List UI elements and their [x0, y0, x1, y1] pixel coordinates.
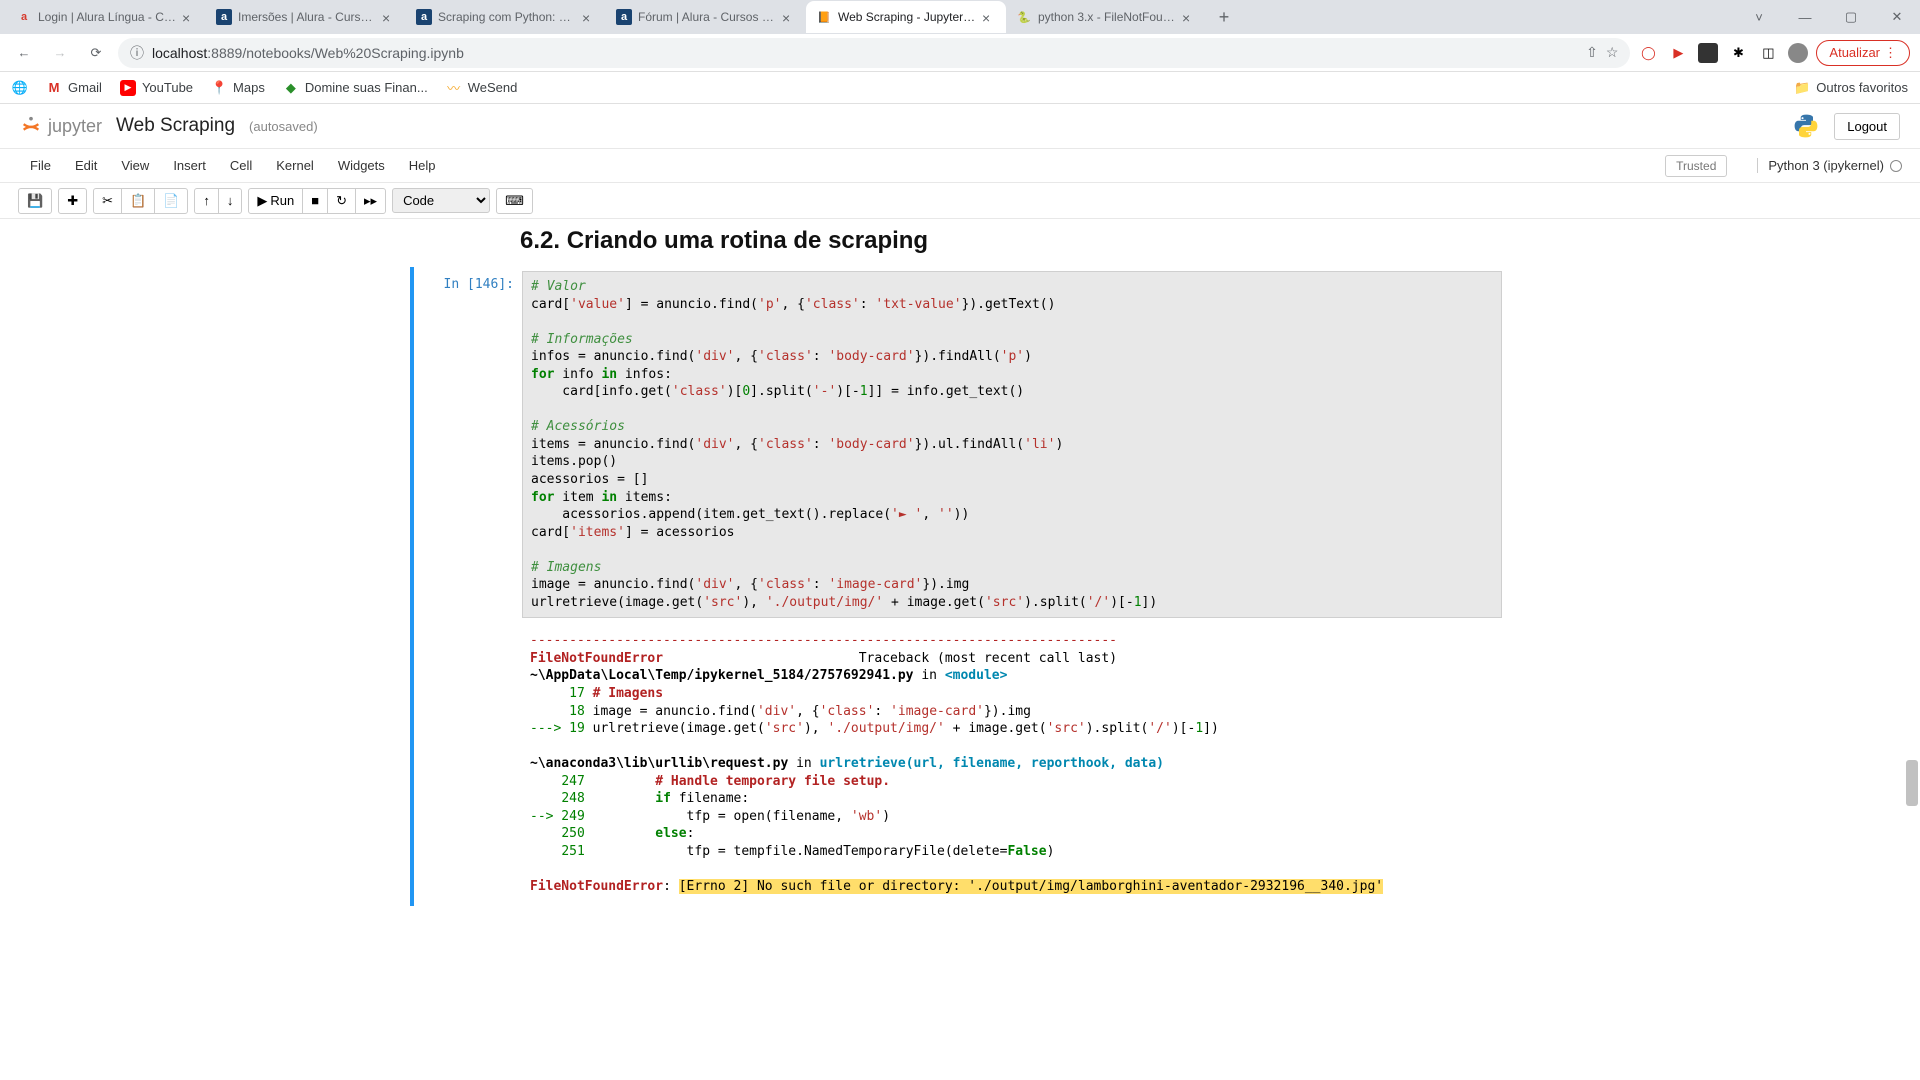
bookmark-item[interactable]: ◆Domine suas Finan...	[283, 80, 428, 96]
close-icon[interactable]: ×	[182, 10, 196, 24]
address-bar[interactable]: ⓘ localhost:8889/notebooks/Web%20Scrapin…	[118, 38, 1630, 68]
extension-icon[interactable]: ◯	[1638, 43, 1658, 63]
restart-button[interactable]: ↻	[328, 189, 356, 213]
save-button[interactable]: 💾	[19, 189, 51, 213]
chevron-down-icon[interactable]: ˅	[1736, 1, 1782, 33]
scrollbar-thumb[interactable]	[1906, 760, 1918, 806]
cell-type-select[interactable]: Code	[392, 188, 490, 213]
menu-edit[interactable]: Edit	[63, 152, 109, 179]
document-title[interactable]: Web Scraping	[116, 115, 235, 137]
autosave-status: (autosaved)	[249, 119, 318, 134]
run-button[interactable]: ▶ Run	[249, 189, 303, 213]
update-button[interactable]: Atualizar⋮	[1816, 40, 1910, 66]
close-icon[interactable]: ×	[982, 10, 996, 24]
tab-3[interactable]: aFórum | Alura - Cursos onlin×	[606, 1, 806, 33]
tab-0[interactable]: aLogin | Alura Língua - Curso×	[6, 1, 206, 33]
code-input[interactable]: # Valor card['value'] = anuncio.find('p'…	[522, 271, 1502, 618]
kernel-indicator[interactable]: Python 3 (ipykernel)	[1757, 158, 1902, 173]
menu-widgets[interactable]: Widgets	[326, 152, 397, 179]
bookmark-item[interactable]: 📍Maps	[211, 80, 265, 96]
jupyter-logo[interactable]: jupyter	[20, 115, 102, 137]
profile-icon[interactable]	[1788, 43, 1808, 63]
bookmark-item[interactable]: 〰WeSend	[446, 80, 518, 96]
tab-4[interactable]: 📙Web Scraping - Jupyter Not×	[806, 1, 1006, 33]
menu-help[interactable]: Help	[397, 152, 448, 179]
menu-kernel[interactable]: Kernel	[264, 152, 326, 179]
back-button[interactable]: ←	[10, 39, 38, 67]
menu-insert[interactable]: Insert	[161, 152, 218, 179]
restart-run-button[interactable]: ▸▸	[356, 189, 385, 213]
cut-button[interactable]: ✂	[94, 189, 122, 213]
new-tab-button[interactable]: +	[1210, 3, 1238, 31]
menu-view[interactable]: View	[109, 152, 161, 179]
share-icon[interactable]: ⇧	[1586, 44, 1598, 61]
close-icon[interactable]: ×	[782, 10, 796, 24]
close-icon[interactable]: ×	[382, 10, 396, 24]
interrupt-button[interactable]: ■	[303, 189, 328, 213]
minimize-icon[interactable]: —	[1782, 1, 1828, 33]
bookmark-item[interactable]: 🌐	[12, 80, 28, 96]
close-icon[interactable]: ×	[1182, 10, 1196, 24]
tab-2[interactable]: aScraping com Python: colet×	[406, 1, 606, 33]
logout-button[interactable]: Logout	[1834, 113, 1900, 140]
cell-output: ----------------------------------------…	[410, 622, 1510, 905]
close-icon[interactable]: ×	[582, 10, 596, 24]
extension-icon[interactable]	[1698, 43, 1718, 63]
tab-5[interactable]: 🐍python 3.x - FileNotFoundE×	[1006, 1, 1206, 33]
move-up-button[interactable]: ↑	[195, 189, 219, 213]
command-palette-button[interactable]: ⌨	[497, 189, 532, 213]
menu-cell[interactable]: Cell	[218, 152, 264, 179]
bookmark-item[interactable]: ▶YouTube	[120, 80, 193, 96]
trusted-badge[interactable]: Trusted	[1665, 155, 1727, 177]
bookmark-item[interactable]: MGmail	[46, 80, 102, 96]
other-bookmarks[interactable]: 📁Outros favoritos	[1794, 80, 1908, 96]
move-down-button[interactable]: ↓	[219, 189, 242, 213]
sidepanel-icon[interactable]: ◫	[1758, 43, 1778, 63]
maximize-icon[interactable]: ▢	[1828, 1, 1874, 33]
tab-1[interactable]: aImersões | Alura - Cursos on×	[206, 1, 406, 33]
copy-button[interactable]: 📋	[122, 189, 155, 213]
python-icon	[1792, 112, 1820, 140]
section-heading: 6.2. Criando uma rotina de scraping	[520, 227, 1400, 255]
insert-cell-button[interactable]: ✚	[59, 189, 86, 213]
jupyter-icon	[20, 115, 42, 137]
traceback-output: ----------------------------------------…	[522, 626, 1502, 901]
bookmarks-bar: 🌐 MGmail ▶YouTube 📍Maps ◆Domine suas Fin…	[0, 72, 1920, 104]
paste-button[interactable]: 📄	[155, 189, 187, 213]
forward-button[interactable]: →	[46, 39, 74, 67]
star-icon[interactable]: ☆	[1606, 44, 1619, 61]
extensions-button[interactable]: ✱	[1728, 43, 1748, 63]
menu-file[interactable]: File	[18, 152, 63, 179]
reload-button[interactable]: ⟳	[82, 39, 110, 67]
cell-prompt: In [146]:	[422, 271, 522, 618]
extension-icon[interactable]: ▶	[1668, 43, 1688, 63]
kernel-status-icon	[1890, 160, 1902, 172]
code-cell[interactable]: In [146]: # Valor card['value'] = anunci…	[410, 267, 1510, 622]
close-window-icon[interactable]: ✕	[1874, 1, 1920, 33]
browser-tabs: aLogin | Alura Língua - Curso× aImersões…	[0, 0, 1920, 34]
info-icon: ⓘ	[130, 43, 144, 63]
